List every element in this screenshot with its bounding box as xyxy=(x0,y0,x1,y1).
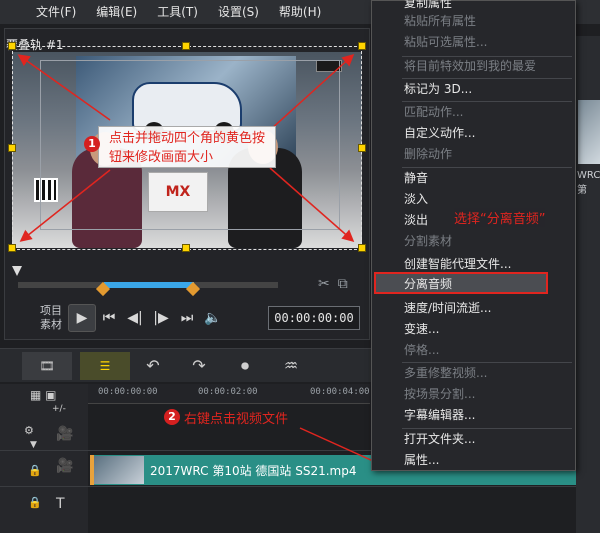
menu-help[interactable]: 帮助(H) xyxy=(269,0,331,24)
lock-icon[interactable]: 🔒 xyxy=(28,464,42,477)
resize-handle-top-left[interactable] xyxy=(8,42,16,50)
step-badge-2: 2 xyxy=(164,409,180,425)
resize-handle-left[interactable] xyxy=(8,144,16,152)
redo-icon[interactable]: ↷ xyxy=(176,356,222,375)
resize-handle-top[interactable] xyxy=(182,42,190,50)
resize-handle-right[interactable] xyxy=(358,144,366,152)
lock-icon[interactable]: 🔒 xyxy=(28,496,42,509)
trim-range xyxy=(104,282,194,288)
title-track-icon: T xyxy=(56,496,65,512)
menu-paste-all-attributes[interactable]: 粘贴所有属性 xyxy=(372,11,575,32)
ruler-tick: 00:00:04:00 xyxy=(310,387,370,397)
chevron-down-icon[interactable]: ▼ xyxy=(30,440,37,450)
menu-multi-trim[interactable]: 多重修整视频... xyxy=(372,363,575,384)
context-menu: 复制属性 粘贴所有属性 粘贴可选属性... 将目前特效加到我的最爱 标记为 3D… xyxy=(371,0,576,471)
menu-settings[interactable]: 设置(S) xyxy=(208,0,269,24)
menu-file[interactable]: 文件(F) xyxy=(26,0,86,24)
ruler-tick: 00:00:02:00 xyxy=(198,387,258,397)
menu-tools[interactable]: 工具(T) xyxy=(147,0,208,24)
record-icon[interactable]: ⏺ xyxy=(222,356,268,376)
film-icon: 🎞 xyxy=(39,358,55,373)
menu-custom-motion[interactable]: 自定义动作... xyxy=(372,123,575,144)
scissors-icon[interactable]: ✂ xyxy=(318,276,330,292)
callout-resize-instruction: 点击并拖动四个角的黄色按钮来修改画面大小 xyxy=(98,126,276,168)
mode-clip[interactable]: 素材 xyxy=(40,318,62,332)
menu-mute[interactable]: 静音 xyxy=(372,168,575,189)
view-mode-icon[interactable]: ▦ ▣ xyxy=(30,388,57,402)
scrub-bar[interactable] xyxy=(12,262,362,297)
menu-split-audio[interactable]: 分离音频 xyxy=(372,274,575,295)
menu-mark-3d[interactable]: 标记为 3D... xyxy=(372,79,575,100)
timeline-view-tab[interactable]: ☰ xyxy=(80,351,130,380)
menu-paste-selected-attributes[interactable]: 粘贴可选属性... xyxy=(372,32,575,53)
clip-thumbnail xyxy=(94,456,144,484)
callout-select-split-audio: 选择“分离音频” xyxy=(454,208,546,227)
menu-variable-speed[interactable]: 变速... xyxy=(372,319,575,340)
volume-icon[interactable]: 🔈 xyxy=(200,306,226,330)
timeline-toolbar: 🎞 ☰ ↶ ↷ ⏺ ♒ xyxy=(0,348,372,382)
menu-freeze-frame[interactable]: 停格... xyxy=(372,340,575,361)
menu-properties[interactable]: 属性... xyxy=(372,450,575,471)
menu-fade-in[interactable]: 淡入 xyxy=(372,189,575,210)
menu-create-smart-proxy[interactable]: 创建智能代理文件... xyxy=(372,254,575,275)
timeline-ruler[interactable]: 00:00:00:00 00:00:02:00 00:00:04:00 xyxy=(88,384,370,404)
menu-speed-time-lapse[interactable]: 速度/时间流逝... xyxy=(372,298,575,319)
timecode-display[interactable]: 00:00:00:00 xyxy=(268,306,360,330)
resize-handle-top-right[interactable] xyxy=(358,42,366,50)
menu-split-by-scene[interactable]: 按场景分割... xyxy=(372,384,575,405)
undo-icon[interactable]: ↶ xyxy=(130,356,176,375)
playhead-marker[interactable] xyxy=(12,266,22,276)
library-thumbnail-label: WRC 第 xyxy=(577,170,600,196)
resize-handle-bottom[interactable] xyxy=(182,244,190,252)
skip-back-icon[interactable]: ⏮ xyxy=(96,306,122,330)
timeline-icon: ☰ xyxy=(99,358,111,373)
resize-handle-bottom-right[interactable] xyxy=(358,244,366,252)
step-back-icon[interactable]: ◀| xyxy=(122,306,148,330)
track-settings-icon[interactable]: ⚙ xyxy=(24,424,34,437)
play-icon[interactable]: ▶ xyxy=(68,304,96,332)
step-badge-1: 1 xyxy=(84,136,100,152)
menu-match-motion[interactable]: 匹配动作... xyxy=(372,102,575,123)
menu-edit[interactable]: 编辑(E) xyxy=(86,0,147,24)
ruler-tick: 00:00:00:00 xyxy=(98,387,158,397)
clip-name: 2017WRC 第10站 德国站 SS21.mp4 xyxy=(150,463,357,478)
audio-wave-icon[interactable]: ♒ xyxy=(268,356,314,375)
resize-handle-bottom-left[interactable] xyxy=(8,244,16,252)
zoom-icon[interactable]: +/- xyxy=(52,404,66,414)
menu-open-folder[interactable]: 打开文件夹... xyxy=(372,429,575,450)
step-forward-icon[interactable]: |▶ xyxy=(148,306,174,330)
library-thumbnail[interactable] xyxy=(578,100,600,164)
skip-forward-icon[interactable]: ⏭ xyxy=(174,306,200,330)
overlay-track-icon: 🎥 xyxy=(56,458,74,474)
preview-side-tools: ✂ ⧉ xyxy=(318,276,348,292)
menu-split-clip[interactable]: 分割素材 xyxy=(372,231,575,252)
callout-right-click: 右键点击视频文件 xyxy=(184,412,289,427)
mode-project[interactable]: 项目 xyxy=(40,304,62,318)
menu-delete-motion[interactable]: 删除动作 xyxy=(372,144,575,165)
mode-selector[interactable]: 项目 素材 xyxy=(40,304,62,332)
menu-add-to-favorites[interactable]: 将目前特效加到我的最爱 xyxy=(372,56,575,77)
video-track-icon: 🎥 xyxy=(56,426,74,442)
track-divider xyxy=(0,486,600,487)
copy-icon[interactable]: ⧉ xyxy=(338,276,348,292)
storyboard-view-tab[interactable]: 🎞 xyxy=(22,351,72,380)
menu-subtitle-editor[interactable]: 字幕编辑器... xyxy=(372,405,575,426)
